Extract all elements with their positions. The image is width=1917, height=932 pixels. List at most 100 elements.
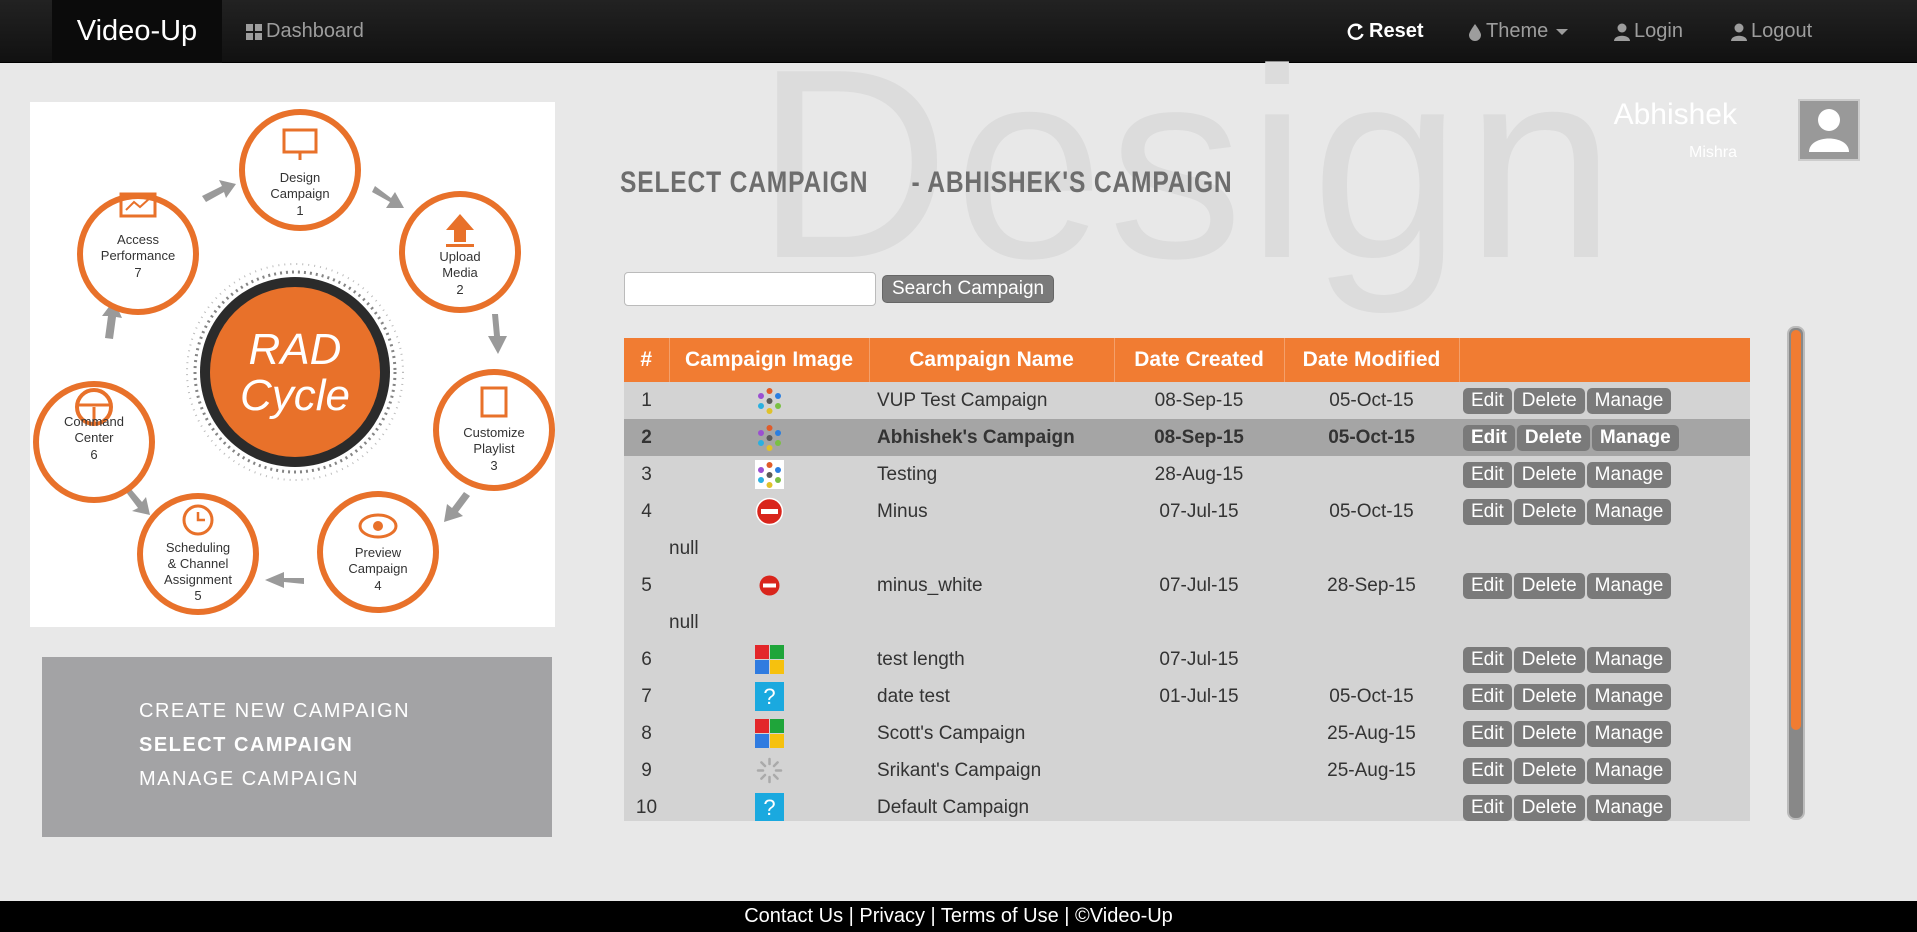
delete-button[interactable]: Delete bbox=[1513, 387, 1585, 414]
date-created bbox=[1114, 715, 1284, 752]
date-modified bbox=[1284, 456, 1459, 493]
edit-button[interactable]: Edit bbox=[1463, 720, 1512, 747]
table-header-row: # Campaign Image Campaign Name Date Crea… bbox=[624, 338, 1750, 382]
theme-dropdown[interactable]: Theme bbox=[1468, 0, 1569, 63]
manage-button[interactable]: Manage bbox=[1586, 572, 1672, 599]
row-note: null bbox=[669, 537, 699, 559]
col-header-modified: Date Modified bbox=[1284, 338, 1460, 382]
page-title: SELECT CAMPAIGN - ABHISHEK'S CAMPAIGN bbox=[620, 166, 1233, 200]
manage-button[interactable]: Manage bbox=[1586, 498, 1672, 525]
table-row[interactable]: 4 Minus 07-Jul-15 05-Oct-15 Edit Delete Manage bbox=[624, 493, 1750, 530]
manage-button[interactable]: Manage bbox=[1586, 683, 1672, 710]
edit-button[interactable]: Edit bbox=[1463, 387, 1512, 414]
minus-small-icon bbox=[755, 575, 784, 596]
svg-text:3: 3 bbox=[490, 458, 497, 473]
table-row[interactable]: 5 minus_white 07-Jul-15 28-Sep-15 Edit Delete… bbox=[624, 567, 1750, 604]
row-actions: Edit Delete Manage bbox=[1459, 715, 1750, 752]
edit-button[interactable]: Edit bbox=[1463, 683, 1512, 710]
svg-text:Scheduling: Scheduling bbox=[166, 540, 230, 555]
grid-icon bbox=[246, 23, 262, 40]
edit-button[interactable]: Edit bbox=[1463, 794, 1512, 821]
campaign-name: Testing bbox=[877, 463, 938, 485]
row-number: 9 bbox=[641, 759, 652, 781]
edit-button[interactable]: Edit bbox=[1463, 498, 1512, 525]
footer-links[interactable]: Contact Us | Privacy | Terms of Use | ©V… bbox=[0, 901, 1917, 932]
windows-icon bbox=[754, 719, 784, 748]
refresh-icon bbox=[1347, 23, 1364, 40]
svg-text:1: 1 bbox=[296, 203, 303, 218]
campaign-table-container: # Campaign Image Campaign Name Date Crea… bbox=[624, 338, 1750, 821]
edit-button[interactable]: Edit bbox=[1463, 461, 1512, 488]
table-scrollbar[interactable] bbox=[1787, 326, 1805, 820]
menu-manage-campaign[interactable]: MANAGE CAMPAIGN bbox=[139, 762, 552, 796]
campaign-name: Minus bbox=[877, 500, 928, 522]
dots-icon bbox=[755, 425, 784, 451]
delete-button[interactable]: Delete bbox=[1513, 572, 1585, 599]
windows-icon bbox=[754, 645, 784, 674]
manage-button[interactable]: Manage bbox=[1586, 794, 1672, 821]
date-created bbox=[1114, 752, 1284, 789]
table-row[interactable]: 9 Srikant's Campaign 25-Aug-15 Edit Delete Ma… bbox=[624, 752, 1750, 789]
delete-button[interactable]: Delete bbox=[1513, 794, 1585, 821]
campaign-name: Srikant's Campaign bbox=[877, 759, 1042, 781]
row-number: 4 bbox=[641, 500, 652, 522]
delete-button[interactable]: Delete bbox=[1513, 683, 1585, 710]
row-actions: Edit Delete Manage bbox=[1459, 567, 1750, 604]
avatar[interactable] bbox=[1798, 99, 1860, 161]
date-modified: 05-Oct-15 bbox=[1284, 419, 1459, 456]
question-icon: ? bbox=[754, 682, 784, 711]
col-header-name: Campaign Name bbox=[869, 338, 1115, 382]
table-row[interactable]: 6 test length 07-Jul-15 Edit Delete Manage bbox=[624, 641, 1750, 678]
spinner-icon bbox=[755, 757, 784, 784]
dots-icon bbox=[755, 388, 784, 414]
table-row[interactable]: 7? date test 01-Jul-15 05-Oct-15 Edit Delete M… bbox=[624, 678, 1750, 715]
date-created bbox=[1114, 789, 1284, 821]
drop-icon bbox=[1469, 23, 1481, 41]
svg-text:Playlist: Playlist bbox=[473, 441, 515, 456]
delete-button[interactable]: Delete bbox=[1513, 720, 1585, 747]
delete-button[interactable]: Delete bbox=[1516, 424, 1590, 451]
delete-button[interactable]: Delete bbox=[1513, 498, 1585, 525]
date-modified bbox=[1284, 789, 1459, 821]
edit-button[interactable]: Edit bbox=[1463, 572, 1512, 599]
edit-button[interactable]: Edit bbox=[1463, 424, 1515, 451]
campaign-name: test length bbox=[877, 648, 965, 670]
table-scrollbar-thumb[interactable] bbox=[1791, 330, 1801, 730]
menu-select-campaign[interactable]: SELECT CAMPAIGN bbox=[139, 728, 552, 762]
manage-button[interactable]: Manage bbox=[1586, 757, 1672, 784]
date-created: 07-Jul-15 bbox=[1159, 574, 1239, 596]
table-row[interactable]: 10? Default Campaign Edit Delete Manage bbox=[624, 789, 1750, 821]
delete-button[interactable]: Delete bbox=[1513, 646, 1585, 673]
logout-link[interactable]: Logout bbox=[1731, 0, 1812, 63]
col-header-actions bbox=[1459, 338, 1750, 382]
table-row[interactable]: 1 VUP Test Campaign 08-Sep-15 05-Oct-15 Edit… bbox=[624, 382, 1750, 419]
campaign-image: ? bbox=[669, 789, 869, 821]
user-last-name: Mishra bbox=[1688, 144, 1737, 161]
menu-create-campaign[interactable]: CREATE NEW CAMPAIGN bbox=[139, 694, 552, 728]
table-row[interactable]: 8 Scott's Campaign 25-Aug-15 Edit Delete Mana… bbox=[624, 715, 1750, 752]
manage-button[interactable]: Manage bbox=[1586, 720, 1672, 747]
manage-button[interactable]: Manage bbox=[1586, 387, 1672, 414]
edit-button[interactable]: Edit bbox=[1463, 757, 1512, 784]
rad-step-design: Design Campaign 1 bbox=[239, 109, 361, 231]
brand-logo[interactable]: Video-Up bbox=[52, 0, 222, 63]
table-row[interactable]: 3 Testing 28-Aug-15 Edit Delete Manage bbox=[624, 456, 1750, 493]
svg-text:Command: Command bbox=[64, 414, 124, 429]
delete-button[interactable]: Delete bbox=[1513, 757, 1585, 784]
page-title-main: SELECT CAMPAIGN bbox=[620, 166, 869, 199]
search-input[interactable] bbox=[624, 272, 876, 306]
manage-button[interactable]: Manage bbox=[1586, 461, 1672, 488]
search-campaign-button[interactable]: Search Campaign bbox=[882, 275, 1055, 303]
manage-button[interactable]: Manage bbox=[1586, 646, 1672, 673]
login-link[interactable]: Login bbox=[1614, 0, 1683, 63]
campaign-name: Default Campaign bbox=[877, 796, 1030, 818]
date-modified: 25-Aug-15 bbox=[1327, 759, 1416, 781]
reset-link[interactable]: Reset bbox=[1347, 0, 1423, 63]
date-created: 07-Jul-15 bbox=[1159, 500, 1239, 522]
manage-button[interactable]: Manage bbox=[1591, 424, 1679, 451]
table-row[interactable]: 2 Abhishek's Campaign 08-Sep-15 05-Oct-15 Ed… bbox=[624, 419, 1750, 456]
date-created: 08-Sep-15 bbox=[1114, 419, 1284, 456]
dashboard-link[interactable]: Dashboard bbox=[246, 0, 364, 63]
edit-button[interactable]: Edit bbox=[1463, 646, 1512, 673]
delete-button[interactable]: Delete bbox=[1513, 461, 1585, 488]
